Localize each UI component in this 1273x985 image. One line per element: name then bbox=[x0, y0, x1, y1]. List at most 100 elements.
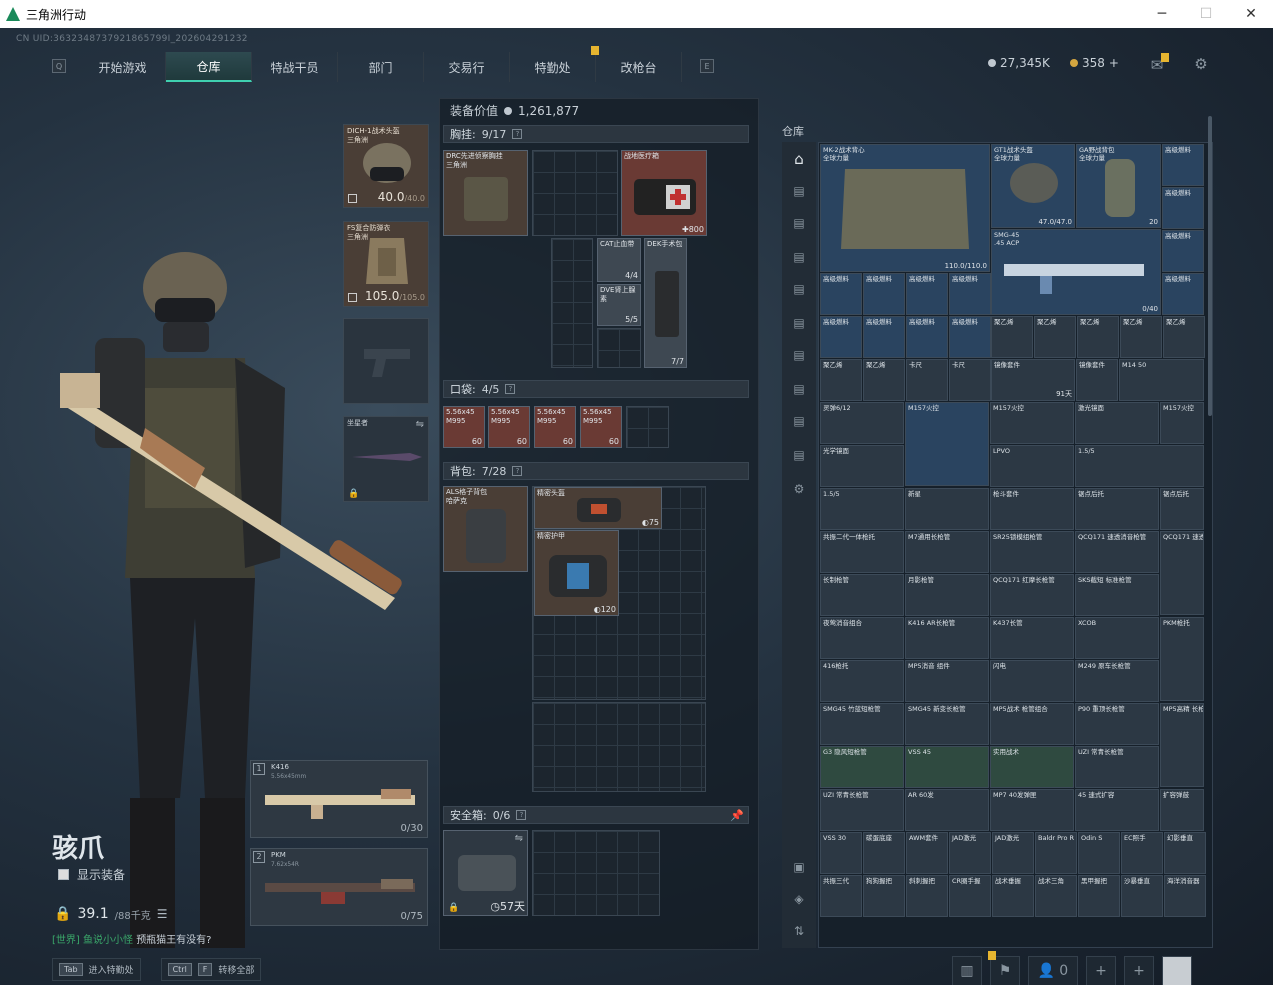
stash-scrollbar[interactable] bbox=[1208, 116, 1212, 416]
stash-item[interactable]: 沙暴垂直 bbox=[1121, 875, 1163, 917]
stash-item[interactable]: SR25锁模组枪管 bbox=[990, 531, 1074, 573]
stash-tab-5-icon[interactable]: ▤ bbox=[790, 316, 808, 334]
pocket-empty-slot[interactable] bbox=[626, 406, 669, 448]
settings-gear-icon[interactable]: ⚙ bbox=[1191, 54, 1211, 74]
stash-item[interactable]: CR圈手握 bbox=[949, 875, 991, 917]
helmet-case-item[interactable]: 精密头盔 ◐75 bbox=[534, 487, 662, 529]
stash-tab-8-icon[interactable]: ▤ bbox=[790, 414, 808, 432]
stash-item[interactable]: JAD激光 bbox=[949, 832, 991, 874]
safe-box-item[interactable]: ⇋ 🔒 ◷57天 bbox=[443, 830, 528, 916]
stash-transfer-icon[interactable]: ⇅ bbox=[790, 924, 808, 942]
stash-item[interactable]: 锯点后托 bbox=[1075, 488, 1159, 530]
ammo-item[interactable]: 5.56x45 M995 60 bbox=[443, 406, 485, 448]
stash-item[interactable]: EC照手 bbox=[1121, 832, 1163, 874]
stash-item[interactable]: 枪斗套件 bbox=[990, 488, 1074, 530]
stash-item[interactable]: 镜像套件 91天 bbox=[991, 359, 1075, 401]
stash-item[interactable]: 高级燃料 bbox=[1162, 187, 1204, 229]
stash-settings-icon[interactable]: ⚙ bbox=[790, 482, 808, 500]
show-equipment-checkbox[interactable] bbox=[58, 869, 69, 880]
stash-item[interactable]: 镜像套件 bbox=[1076, 359, 1118, 401]
stash-item[interactable]: 高级燃料 bbox=[1162, 273, 1204, 315]
swap-icon[interactable]: ⇋ bbox=[416, 419, 424, 430]
armor-case-item[interactable]: 精密护甲 ◐120 bbox=[534, 530, 619, 616]
ammo-item[interactable]: 5.56x45 M995 60 bbox=[534, 406, 576, 448]
stash-item[interactable]: M14 50 bbox=[1119, 359, 1204, 401]
stash-item[interactable]: SMG45 新变长枪管 bbox=[905, 703, 989, 745]
shortcut-special-ops[interactable]: Tab 进入特勤处 bbox=[52, 958, 141, 981]
stash-item[interactable]: QCQ171 速透消音枪管 bbox=[1075, 531, 1159, 573]
stash-item[interactable]: AWM套件 bbox=[906, 832, 948, 874]
stash-item[interactable]: K416 AR长枪管 bbox=[905, 617, 989, 659]
tab-department[interactable]: 部门 bbox=[338, 52, 424, 82]
stash-item[interactable]: GT1战术头盔 全球力量 47.0/47.0 bbox=[991, 144, 1075, 228]
stash-item[interactable]: 新星 bbox=[905, 488, 989, 530]
tab-start-game[interactable]: 开始游戏 bbox=[80, 52, 166, 82]
stash-item[interactable]: 45 速式扩容 bbox=[1075, 789, 1159, 831]
stash-item[interactable]: 战术垂握 bbox=[992, 875, 1034, 917]
tab-warehouse[interactable]: 仓库 bbox=[166, 52, 252, 82]
backpack-grid[interactable] bbox=[532, 702, 706, 792]
stash-item[interactable]: 聚乙烯 bbox=[1163, 316, 1205, 358]
chest-rig-grid[interactable] bbox=[532, 150, 618, 236]
add-icon[interactable]: + bbox=[1124, 956, 1154, 985]
nav-key-q[interactable]: Q bbox=[52, 59, 66, 73]
stash-item[interactable]: 聚乙烯 bbox=[1077, 316, 1119, 358]
stash-item[interactable]: 卡尺 bbox=[906, 359, 948, 401]
stash-item[interactable]: MP7 40发弹匣 bbox=[990, 789, 1074, 831]
backpack-item[interactable]: ALS格子背包 哈萨克 bbox=[443, 486, 528, 572]
stash-item[interactable]: 聚乙烯 bbox=[991, 316, 1033, 358]
show-equipment-toggle[interactable]: 显示装备 bbox=[58, 866, 125, 883]
stash-item[interactable]: 聚乙烯 bbox=[820, 359, 862, 401]
stash-item[interactable]: M157火控 bbox=[1160, 402, 1204, 444]
stash-item[interactable]: M7通用长枪管 bbox=[905, 531, 989, 573]
stash-item[interactable]: 狗狗握把 bbox=[863, 875, 905, 917]
nav-key-e[interactable]: E bbox=[700, 59, 714, 73]
adrenaline-item[interactable]: DVE肾上腺素 5/5 bbox=[597, 284, 641, 326]
stash-tab-6-icon[interactable]: ▤ bbox=[790, 348, 808, 366]
chest-rig-item[interactable]: DRC先进侦察胸挂 三角洲 bbox=[443, 150, 528, 236]
primary-weapon-slot[interactable]: 1 K416 5.56x45mm 0/30 bbox=[250, 760, 428, 838]
tourniquet-item[interactable]: CAT止血带 4/4 bbox=[597, 238, 641, 282]
tab-gunsmith[interactable]: 改枪台 bbox=[596, 52, 682, 82]
stash-item[interactable]: P90 重顶长枪管 bbox=[1075, 703, 1159, 745]
help-icon[interactable]: ? bbox=[505, 384, 516, 394]
tab-trading[interactable]: 交易行 bbox=[424, 52, 510, 82]
stash-layers-icon[interactable]: ◈ bbox=[790, 892, 808, 910]
stash-item[interactable]: VSS 30 bbox=[820, 832, 862, 874]
stash-item[interactable]: M157火控 bbox=[905, 402, 989, 486]
stats-icon[interactable]: ▥ bbox=[952, 956, 982, 985]
stash-item[interactable]: 聚乙烯 bbox=[863, 359, 905, 401]
stash-item[interactable]: 月影枪管 bbox=[905, 574, 989, 616]
stash-item[interactable]: 高级燃料 bbox=[906, 316, 948, 358]
stash-item[interactable]: 长制枪管 bbox=[820, 574, 904, 616]
coupon-currency[interactable]: 358 + bbox=[1070, 56, 1119, 70]
stash-item[interactable]: QCQ171 红摩长枪管 bbox=[990, 574, 1074, 616]
stash-item[interactable]: 实用战术 bbox=[990, 746, 1074, 788]
chest-rig-grid[interactable] bbox=[551, 238, 593, 368]
chest-rig-grid[interactable] bbox=[597, 328, 641, 368]
stash-item[interactable]: 1.5/5 bbox=[820, 488, 904, 530]
stash-item[interactable]: MK-2战术背心 全球力量 110.0/110.0 bbox=[820, 144, 990, 272]
chat-line[interactable]: [世界] 鱼说小小怪 预瓶猫王有没有? bbox=[52, 931, 212, 946]
stash-item[interactable]: 高级燃料 bbox=[820, 316, 862, 358]
stash-item[interactable]: 416枪托 bbox=[820, 660, 904, 702]
stash-item[interactable]: XCOB bbox=[1075, 617, 1159, 659]
stash-item[interactable]: 共振三代 bbox=[820, 875, 862, 917]
stash-item[interactable]: PKM枪托 bbox=[1160, 617, 1204, 701]
swap-icon[interactable]: ⇋ bbox=[515, 833, 523, 844]
stash-item[interactable]: MP5战术 枪管组合 bbox=[990, 703, 1074, 745]
armor-slot[interactable]: FS复合防弹衣 三角洲 105.0/105.0 bbox=[343, 221, 429, 307]
stash-item[interactable]: 1.5/5 bbox=[1075, 445, 1204, 487]
stash-item[interactable]: 幻影垂直 bbox=[1164, 832, 1206, 874]
stash-item[interactable]: 高级燃料 bbox=[863, 273, 905, 315]
close-button[interactable]: ✕ bbox=[1228, 0, 1273, 28]
stash-item[interactable]: 高级燃料 bbox=[906, 273, 948, 315]
help-icon[interactable]: ? bbox=[516, 810, 527, 820]
medkit-item[interactable]: 战地医疗箱 ✚800 bbox=[621, 150, 707, 236]
stash-item[interactable]: M249 原车长枪管 bbox=[1075, 660, 1159, 702]
stash-all-icon[interactable]: ⌂ bbox=[790, 150, 808, 168]
stash-item[interactable]: 卡尺 bbox=[949, 359, 991, 401]
stash-item[interactable]: 海洋消音器 bbox=[1164, 875, 1206, 917]
pistol-slot[interactable] bbox=[343, 318, 429, 404]
stash-item[interactable]: 光学镜面 bbox=[820, 445, 904, 487]
